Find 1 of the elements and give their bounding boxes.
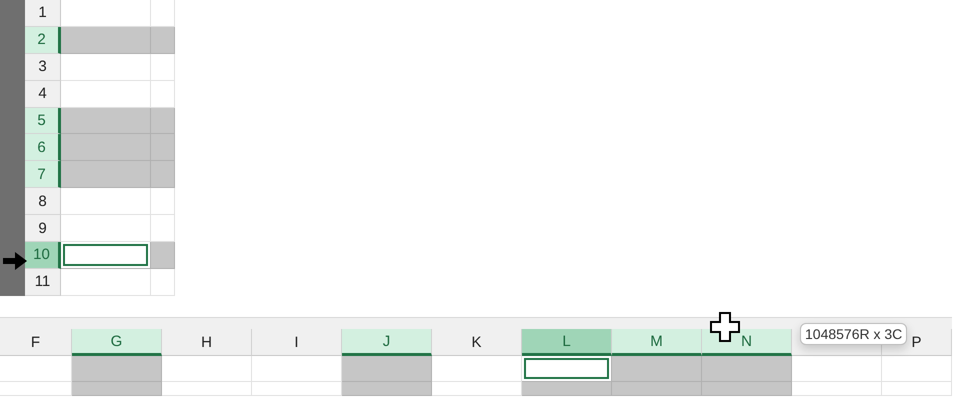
selection-size-tooltip: 1048576R x 3C	[800, 323, 908, 345]
